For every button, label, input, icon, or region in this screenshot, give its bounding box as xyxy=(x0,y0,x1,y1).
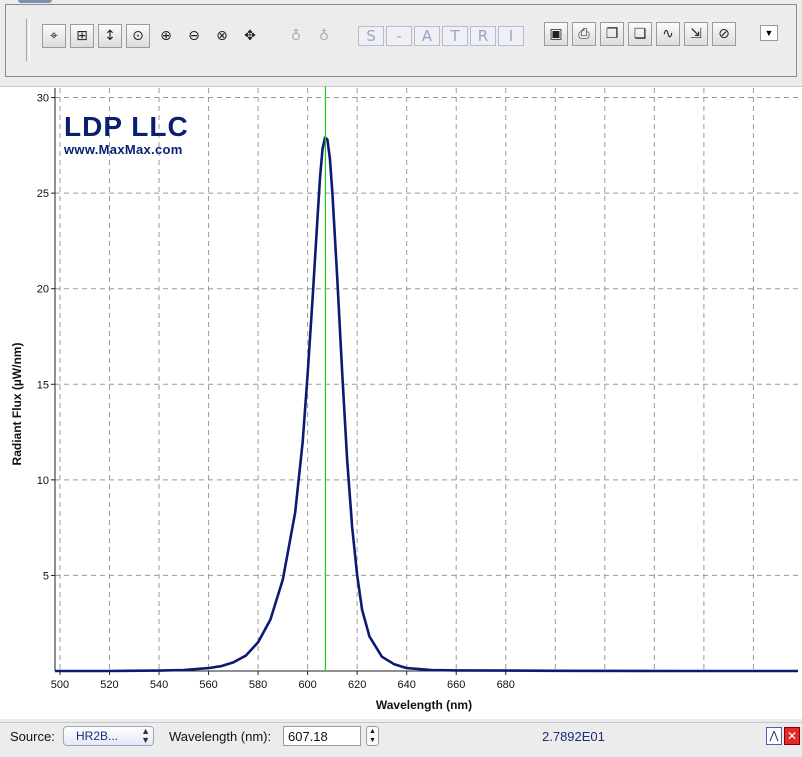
zoom-out-button[interactable]: ⊖ xyxy=(182,24,206,48)
peak-icon[interactable]: ⋀ xyxy=(766,727,782,745)
mode-dash-button[interactable]: - xyxy=(386,26,412,46)
graph-line-icon: ∿ xyxy=(662,26,674,42)
wavelength-input[interactable] xyxy=(283,726,361,746)
y-tick-label: 10 xyxy=(37,475,49,487)
x-tick-label: 640 xyxy=(398,679,416,691)
x-tick-label: 520 xyxy=(100,679,118,691)
lamp-on-icon: ♁ xyxy=(318,28,330,44)
status-bar: Source: HR2B... ▲▼ Wavelength (nm): ▲▼ 2… xyxy=(0,722,802,757)
pan-button[interactable]: ✥ xyxy=(238,24,262,48)
graph-button[interactable]: ∿ xyxy=(656,22,680,46)
export-icon: ⇲ xyxy=(690,26,702,42)
x-axis-label: Wavelength (nm) xyxy=(376,698,472,712)
source-label: Source: xyxy=(10,729,55,744)
save-button[interactable]: ▣ xyxy=(544,22,568,46)
zoom-reset-button[interactable]: ⊗ xyxy=(210,24,234,48)
x-tick-label: 560 xyxy=(199,679,217,691)
logo: LDP LLC www.MaxMax.com xyxy=(64,112,189,158)
crosshair-icon: ⌖ xyxy=(50,28,58,44)
zoom-vertical-button[interactable]: ↕ xyxy=(98,24,122,48)
lamp-off-icon: ♁ xyxy=(290,28,302,44)
x-tick-label: 620 xyxy=(348,679,366,691)
chevron-down-icon: ▼ xyxy=(764,28,774,38)
floppy-disk-icon: ▣ xyxy=(549,26,563,42)
zoom-in-icon: ⊕ xyxy=(160,28,172,44)
crosshair-tool-button[interactable]: ⌖ xyxy=(42,24,66,48)
readout-value: 2.7892E01 xyxy=(542,729,605,744)
toolbar-grip[interactable] xyxy=(26,19,30,61)
printer-icon: ⎙ xyxy=(578,26,590,42)
close-icon[interactable]: ✕ xyxy=(784,727,800,745)
delete-button[interactable]: ⊘ xyxy=(712,22,736,46)
mode-s-button[interactable]: S xyxy=(358,26,384,46)
mode-a-button[interactable]: A xyxy=(414,26,440,46)
delete-icon: ⊘ xyxy=(718,26,730,42)
mode-i-button[interactable]: I xyxy=(498,26,524,46)
y-tick-label: 30 xyxy=(37,93,49,105)
y-tick-label: 15 xyxy=(37,379,49,391)
x-tick-label: 580 xyxy=(249,679,267,691)
export-button[interactable]: ⇲ xyxy=(684,22,708,46)
series-layer xyxy=(55,86,798,673)
mode-r-button[interactable]: R xyxy=(470,26,496,46)
copy-image-button[interactable]: ❏ xyxy=(628,22,652,46)
copy-icon: ❐ xyxy=(605,26,619,42)
x-tick-label: 660 xyxy=(447,679,465,691)
toolbar-dropdown-button[interactable]: ▼ xyxy=(760,25,778,41)
spectrum-line xyxy=(55,136,798,673)
x-tick-label: 540 xyxy=(150,679,168,691)
y-tick-label: 25 xyxy=(37,188,49,200)
y-tick-label: 20 xyxy=(37,284,49,296)
zoom-vertical-icon: ↕ xyxy=(104,28,116,44)
wavelength-stepper[interactable]: ▲ ▼ xyxy=(366,726,379,746)
mode-t-button[interactable]: T xyxy=(442,26,468,46)
copy-image-icon: ❏ xyxy=(633,26,647,42)
grid xyxy=(55,88,798,671)
toolbar: ⌖ ⊞ ↕ ⊙ ⊕ ⊖ ⊗ ✥ ♁ ♁ S - A T R I ▣ ⎙ ❐ ❏ ∿ ⇲ ⊘ ▼ xyxy=(5,4,797,77)
x-tick-label: 680 xyxy=(497,679,515,691)
window-tab-indicator xyxy=(18,0,52,3)
x-tick-label: 600 xyxy=(298,679,316,691)
zoom-fit-icon: ⊙ xyxy=(132,28,144,44)
zoom-box-button[interactable]: ⊞ xyxy=(70,24,94,48)
x-tick-label: 500 xyxy=(51,679,69,691)
move-arrows-icon: ✥ xyxy=(244,28,256,44)
zoom-out-icon: ⊖ xyxy=(188,28,200,44)
print-button[interactable]: ⎙ xyxy=(572,22,596,46)
logo-title: LDP LLC xyxy=(64,111,189,142)
lamp-on-button[interactable]: ♁ xyxy=(312,24,336,48)
source-select[interactable]: HR2B... ▲ ▼ xyxy=(63,726,154,746)
zoom-fit-button[interactable]: ⊙ xyxy=(126,24,150,48)
spectrum-chart[interactable]: 500 520 540 560 580 600 620 640 660 680 5 10 15 20 25 3… xyxy=(0,86,802,718)
logo-url: www.MaxMax.com xyxy=(64,142,183,157)
y-tick-label: 5 xyxy=(43,570,49,582)
updown-arrows-icon: ▲ ▼ xyxy=(141,726,150,745)
zoom-reset-icon: ⊗ xyxy=(216,28,228,44)
zoom-box-icon: ⊞ xyxy=(76,28,88,44)
copy-button[interactable]: ❐ xyxy=(600,22,624,46)
wavelength-label: Wavelength (nm): xyxy=(169,729,272,744)
lamp-off-button[interactable]: ♁ xyxy=(284,24,308,48)
axes: 500 520 540 560 580 600 620 640 660 680 5 10 15 20 25 3… xyxy=(37,88,798,691)
y-axis-label: Radiant Flux (µW/nm) xyxy=(10,343,24,466)
source-value: HR2B... xyxy=(76,729,119,743)
zoom-in-button[interactable]: ⊕ xyxy=(154,24,178,48)
